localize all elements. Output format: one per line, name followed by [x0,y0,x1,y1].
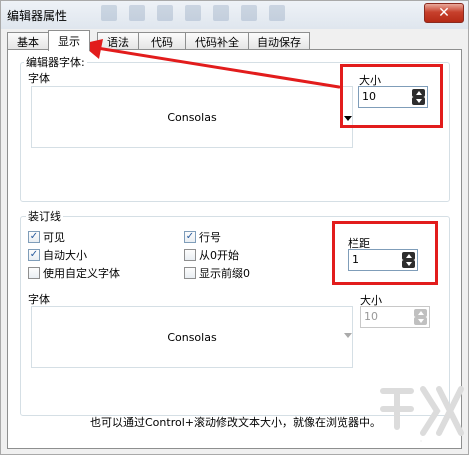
checkbox-box [28,267,40,279]
editor-font-group-label: 编辑器字体: [24,54,87,70]
toolbar-icon [129,5,145,21]
tab-syntax[interactable]: 语法 [97,32,139,50]
toolbar-icon [157,5,173,21]
check-icon: ✓ [184,231,196,243]
annotation-highlight-size [340,64,443,128]
close-button[interactable]: ✕ [424,3,464,23]
close-icon: ✕ [438,5,450,21]
chevron-down-icon[interactable] [344,333,352,338]
arrow-up-icon[interactable] [414,309,427,317]
tab-code[interactable]: 代码 [138,32,186,50]
tab-basic[interactable]: 基本 [7,32,49,50]
toolbar-icon [101,5,117,21]
background-toolbar [101,5,285,25]
checkbox-custom-font[interactable]: 使用自定义字体 [28,266,120,280]
checkbox-label: 从0开始 [199,249,239,262]
checkbox-label: 可见 [43,231,65,244]
checkbox-line-numbers[interactable]: ✓ 行号 [184,230,221,244]
editor-properties-window: 编辑器属性 ✕ 基本 显示 语法 代码 代码补全 自动保存 编辑器字体: 字体 … [0,0,469,455]
window-title: 编辑器属性 [7,9,68,23]
gutter-font-label: 字体 [28,293,50,306]
arrow-down-icon[interactable] [414,317,427,325]
check-icon: ✓ [28,231,40,243]
gutter-font-preview[interactable]: Consolas [31,306,353,368]
svg-text:·: · [420,437,423,446]
toolbar-icon [269,5,285,21]
checkbox-label: 显示前缀0 [199,267,250,280]
tab-code-completion[interactable]: 代码补全 [185,32,249,50]
checkbox-label: 行号 [199,231,221,244]
check-icon: ✓ [28,249,40,261]
gutter-size-value: 10 [364,310,378,323]
checkbox-auto-size[interactable]: ✓ 自动大小 [28,248,87,262]
toolbar-icon [213,5,229,21]
checkbox-leading-zeros[interactable]: 显示前缀0 [184,266,250,280]
checkbox-start-at-zero[interactable]: 从0开始 [184,248,239,262]
gutter-size-stepper[interactable]: 10 [360,306,430,328]
editor-font-label: 字体 [28,72,50,85]
checkbox-visible[interactable]: ✓ 可见 [28,230,65,244]
editor-font-preview[interactable]: Consolas [31,86,353,148]
toolbar-icon [241,5,257,21]
toolbar-icon [185,5,201,21]
tab-strip: 基本 显示 语法 代码 代码补全 自动保存 [7,30,462,51]
checkbox-box [184,249,196,261]
tab-display[interactable]: 显示 [48,30,90,51]
watermark-logo: · [380,386,464,446]
checkbox-label: 使用自定义字体 [43,267,120,280]
checkbox-label: 自动大小 [43,249,87,262]
gutter-font-name: Consolas [167,330,217,344]
checkbox-box [184,267,196,279]
annotation-highlight-margin [332,221,438,285]
title-bar[interactable]: 编辑器属性 ✕ [1,1,468,29]
tab-autosave[interactable]: 自动保存 [248,32,310,50]
editor-font-name: Consolas [167,110,217,124]
gutter-size-spin-buttons [414,309,427,325]
gutter-group-label: 装订线 [26,208,63,224]
